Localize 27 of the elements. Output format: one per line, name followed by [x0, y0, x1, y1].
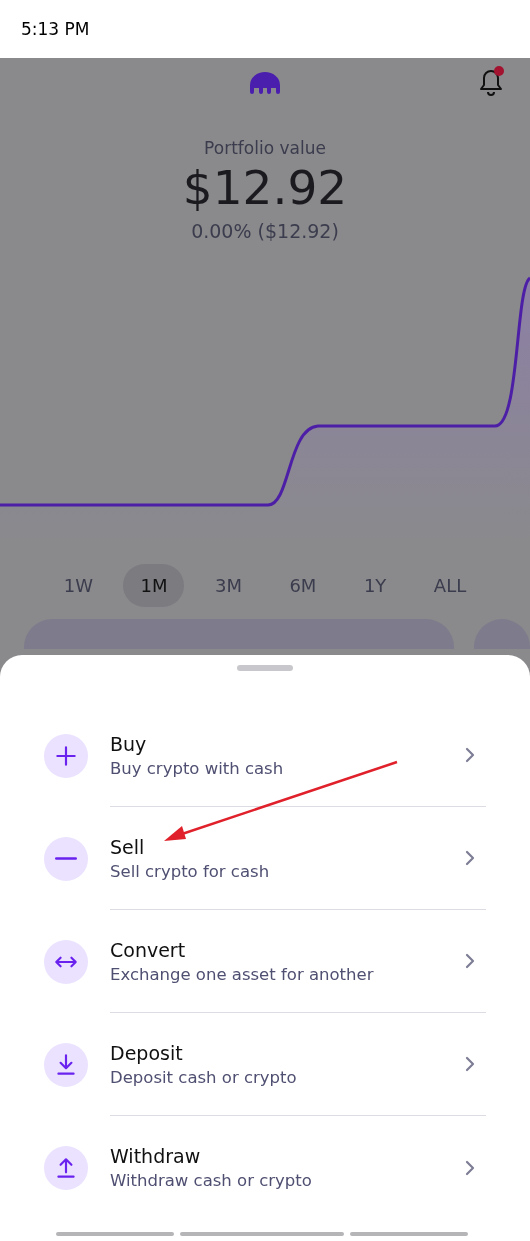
range-tab[interactable]: 1W [46, 564, 110, 607]
action-subtitle: Exchange one asset for another [110, 964, 375, 984]
range-tab[interactable]: 1M [123, 564, 185, 607]
range-tab[interactable]: 6M [272, 564, 334, 607]
chevron-right-icon[interactable] [464, 849, 476, 867]
action-title[interactable]: Convert [110, 938, 464, 961]
portfolio-change: 0.00% ($12.92) [191, 220, 339, 242]
action-subtitle: Withdraw cash or crypto [110, 1171, 313, 1190]
portfolio-value: $12.92 [182, 160, 348, 216]
portfolio-label: Portfolio value [204, 138, 326, 158]
chevron-right-icon[interactable] [464, 1055, 476, 1073]
action-title[interactable]: Deposit [110, 1041, 464, 1064]
logo-icon [250, 72, 280, 94]
range-tab[interactable]: 3M [197, 564, 259, 607]
chevron-right-icon[interactable] [464, 1158, 476, 1177]
range-tab[interactable]: 1Y [346, 564, 404, 607]
action-title[interactable]: Sell [110, 835, 464, 858]
action-subtitle: Deposit cash or crypto [110, 1067, 298, 1087]
action-subtitle: Buy crypto with cash [110, 758, 285, 778]
chevron-right-icon[interactable] [464, 952, 476, 970]
action-subtitle: Sell crypto for cash [110, 861, 271, 881]
action-title[interactable]: Withdraw [110, 1145, 464, 1167]
minus-icon [55, 857, 77, 860]
range-tab[interactable]: ALL [416, 564, 484, 607]
action-title[interactable]: Buy [110, 732, 464, 755]
status-time: 5:13 PM [21, 19, 90, 39]
chevron-right-icon[interactable] [464, 746, 476, 764]
